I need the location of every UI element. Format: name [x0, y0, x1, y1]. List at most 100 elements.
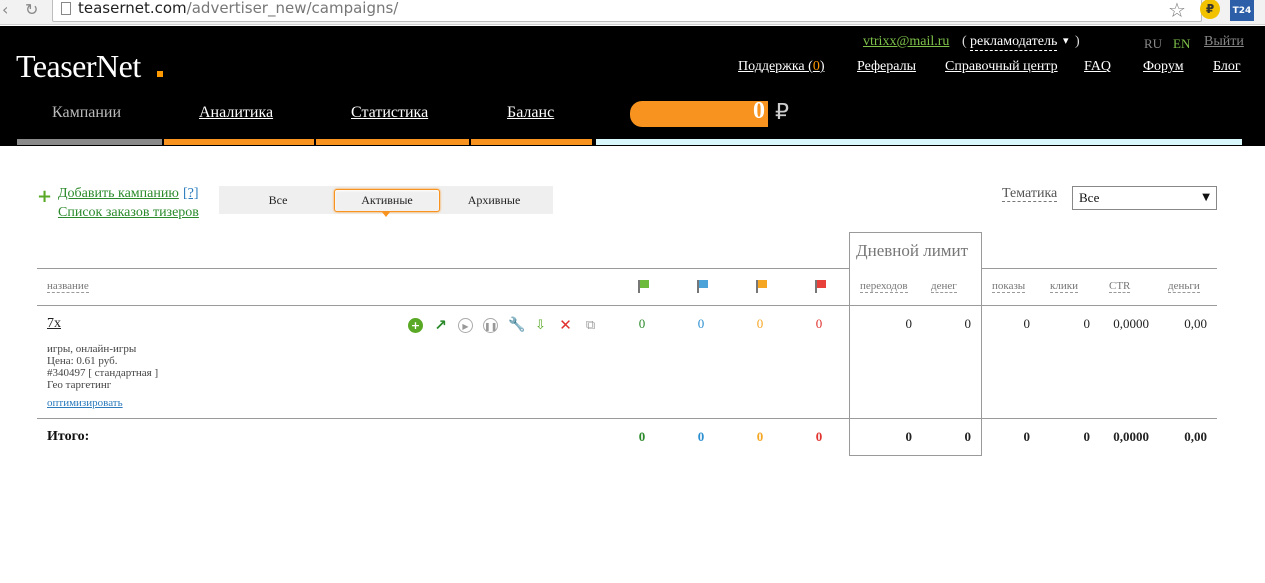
logo-dot [157, 71, 163, 77]
balance-box [630, 101, 768, 127]
campaign-category: игры, онлайн-игры [47, 343, 137, 355]
row-clicks: 0 [1083, 316, 1091, 331]
header-clicks[interactable]: клики [1050, 280, 1078, 293]
site-header: TeaserNet vtrixx@mail.ru ( рекламодатель… [0, 26, 1265, 146]
orange-flag-icon[interactable] [754, 278, 768, 294]
blue-flag-cloth [699, 280, 708, 288]
logout-link[interactable]: Выйти [1204, 34, 1244, 50]
campaign-name-link[interactable]: 7x [47, 316, 61, 332]
dropdown-arrow-icon: ▼ [1202, 192, 1210, 203]
bookmark-star-icon[interactable]: ☆ [1168, 0, 1186, 22]
add-campaign-link[interactable]: Добавить кампанию [58, 186, 179, 202]
green-flag-cloth [640, 280, 649, 288]
orange-flag-cloth [758, 280, 767, 288]
support-link[interactable]: Поддержка (0) [738, 59, 824, 75]
total-money: 0,00 [1184, 429, 1207, 444]
optimize-link[interactable]: оптимизировать [47, 397, 123, 409]
copy-icon[interactable]: ⧉ [583, 318, 598, 333]
row-green-count: 0 [638, 316, 646, 331]
export-arrow-icon[interactable]: ↗ [433, 318, 448, 333]
campaign-price: Цена: 0.61 руб. [47, 355, 118, 367]
theme-label: Тематика [1002, 186, 1058, 202]
address-bar[interactable]: teasernet.com/advertiser_new/campaigns/ [52, 0, 1202, 22]
logo[interactable]: TeaserNet [16, 48, 141, 85]
row-impressions: 0 [1023, 316, 1031, 331]
tab-underline-statistics [316, 139, 469, 145]
table-row-line [37, 418, 1217, 419]
orders-list-link[interactable]: Список заказов тизеров [58, 205, 199, 221]
green-flag-icon[interactable] [636, 278, 650, 294]
tab-campaigns[interactable]: Кампании [52, 104, 121, 122]
wrench-icon[interactable]: 🔧 [508, 318, 525, 333]
row-orange-count: 0 [756, 316, 764, 331]
table-top-line [37, 268, 849, 269]
role-bracket-open: ( [962, 34, 967, 49]
add-teaser-icon[interactable]: + [408, 318, 423, 333]
delete-icon[interactable]: ✕ [558, 318, 573, 333]
blue-flag-icon[interactable] [695, 278, 709, 294]
header-money[interactable]: деньги [1168, 280, 1200, 293]
tab-underline-analytics [164, 139, 314, 145]
browser-toolbar: ‹ ↻ teasernet.com/advertiser_new/campaig… [0, 0, 1265, 25]
blog-link[interactable]: Блог [1213, 59, 1241, 75]
faq-link[interactable]: FAQ [1084, 59, 1111, 75]
red-flag-cloth [817, 280, 826, 288]
play-icon[interactable]: ▶ [458, 318, 473, 333]
total-ctr: 0,0000 [1113, 429, 1149, 444]
header-ctr[interactable]: CTR [1109, 280, 1131, 293]
filter-all[interactable]: Все [219, 186, 337, 214]
lang-ru-link[interactable]: RU [1144, 36, 1162, 52]
chevron-down-icon[interactable]: ▾ [1063, 34, 1069, 47]
row-red-count: 0 [815, 316, 823, 331]
theme-select[interactable]: Все ▼ [1072, 186, 1217, 210]
t24-extension-icon[interactable]: T24 [1230, 0, 1254, 21]
campaign-id: #340497 [ стандартная ] [47, 367, 159, 379]
total-limit-money: 0 [964, 429, 972, 444]
tab-analytics[interactable]: Аналитика [199, 104, 273, 122]
back-arrow-icon[interactable]: ‹ [2, 0, 8, 19]
row-blue-count: 0 [697, 316, 705, 331]
help-link[interactable]: [?] [183, 186, 199, 202]
role-dropdown[interactable]: рекламодатель [970, 34, 1058, 51]
ruble-extension-icon[interactable]: ₽ [1200, 0, 1220, 19]
total-red-count: 0 [815, 429, 823, 444]
page-icon [61, 2, 71, 15]
header-impressions[interactable]: показы [992, 280, 1026, 293]
plus-icon[interactable]: + [37, 186, 52, 207]
url-text: teasernet.com/advertiser_new/campaigns/ [78, 0, 399, 17]
table-top-line-right [982, 268, 1217, 269]
header-clicks-limit[interactable]: переходов [860, 280, 908, 293]
role-bracket-close: ) [1075, 34, 1080, 49]
referrals-link[interactable]: Рефералы [857, 59, 916, 75]
tab-underline-campaigns [17, 139, 162, 145]
forum-link[interactable]: Форум [1143, 59, 1184, 75]
pause-icon[interactable]: ❚❚ [483, 318, 498, 333]
total-impressions: 0 [1023, 429, 1031, 444]
daily-limit-box [849, 232, 982, 456]
campaign-geo: Гео таргетинг [47, 379, 112, 391]
header-name[interactable]: название [47, 280, 89, 293]
tab-underline-balance [471, 139, 592, 145]
filter-active[interactable]: Активные [334, 189, 440, 212]
download-icon[interactable]: ⇩ [533, 318, 548, 333]
red-flag-icon[interactable] [813, 278, 827, 294]
header-money-limit[interactable]: денег [931, 280, 957, 293]
help-center-link[interactable]: Справочный центр [945, 59, 1058, 75]
lang-en-link[interactable]: EN [1173, 36, 1190, 52]
tab-balance[interactable]: Баланс [507, 104, 554, 122]
tab-statistics[interactable]: Статистика [351, 104, 428, 122]
tab-underline-rest [596, 139, 1242, 145]
user-email-link[interactable]: vtrixx@mail.ru [863, 34, 949, 50]
total-orange-count: 0 [756, 429, 764, 444]
reload-icon[interactable]: ↻ [25, 0, 38, 19]
total-blue-count: 0 [697, 429, 705, 444]
balance-value: 0 [753, 98, 765, 124]
row-limit-clicks: 0 [905, 316, 913, 331]
filter-pointer [382, 212, 390, 217]
total-clicks: 0 [1083, 429, 1091, 444]
row-limit-money: 0 [964, 316, 972, 331]
total-limit-clicks: 0 [905, 429, 913, 444]
filter-archived[interactable]: Архивные [440, 186, 548, 214]
row-ctr: 0,0000 [1113, 316, 1149, 331]
total-label: Итого: [47, 429, 90, 444]
